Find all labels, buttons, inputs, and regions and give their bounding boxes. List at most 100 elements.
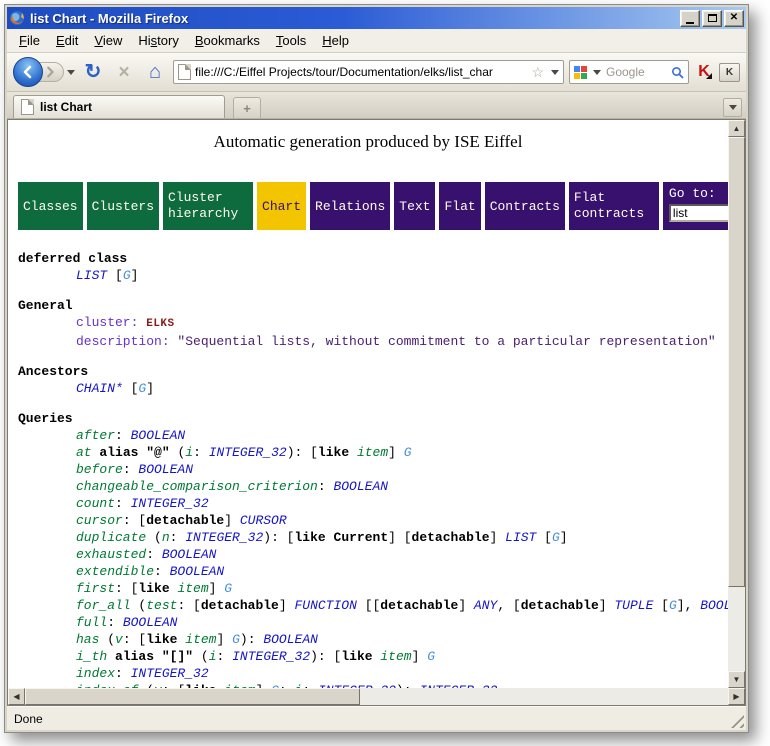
class-link[interactable]: BOOLEAN: [162, 547, 217, 562]
refresh-icon: ↻: [85, 62, 102, 82]
class-link[interactable]: BOOLEAN: [700, 598, 728, 613]
bookmark-star-icon[interactable]: ☆: [531, 65, 544, 79]
search-input[interactable]: [604, 64, 668, 80]
code-token: item: [357, 445, 388, 460]
menu-tools[interactable]: Tools: [268, 30, 314, 51]
code-token: :: [170, 530, 186, 545]
url-dropdown-caret[interactable]: [551, 70, 559, 75]
class-link[interactable]: TUPLE: [614, 598, 653, 613]
code-token: like: [294, 530, 325, 545]
tab-list-dropdown-button[interactable]: [723, 98, 742, 117]
maximize-button[interactable]: [702, 10, 722, 27]
class-link[interactable]: INTEGER_32: [131, 496, 209, 511]
class-link[interactable]: G: [224, 581, 232, 596]
class-link[interactable]: INTEGER_32: [232, 649, 310, 664]
vertical-scrollbar[interactable]: ▲ ▼: [728, 120, 745, 688]
class-link[interactable]: INTEGER_32: [131, 666, 209, 681]
history-dropdown-caret[interactable]: [67, 70, 75, 75]
kaspersky-icon[interactable]: K: [694, 63, 714, 81]
scroll-down-button[interactable]: ▼: [728, 671, 745, 688]
url-bar[interactable]: file:///C:/Eiffel Projects/tour/Document…: [173, 60, 564, 84]
scroll-up-button[interactable]: ▲: [728, 120, 745, 137]
goto-label: Go to:: [669, 186, 716, 201]
up-arrow-icon: ▲: [733, 125, 741, 133]
stop-icon: ×: [118, 63, 129, 82]
menu-file[interactable]: File: [11, 30, 48, 51]
tab-list-caret-icon: [729, 105, 737, 110]
search-box[interactable]: [569, 60, 689, 84]
home-button[interactable]: ⌂: [142, 58, 168, 86]
class-link[interactable]: BOOLEAN: [263, 632, 318, 647]
document-lines: deferred classLIST [G]Generalcluster: EL…: [8, 250, 728, 688]
search-engine-dropdown-caret[interactable]: [593, 70, 601, 75]
nav-button-classes[interactable]: Classes: [18, 182, 83, 230]
status-text: Done: [14, 712, 43, 726]
right-arrow-icon: ▶: [733, 693, 739, 701]
refresh-button[interactable]: ↻: [80, 58, 106, 86]
search-icon[interactable]: [671, 66, 684, 79]
minimize-button[interactable]: [680, 10, 700, 27]
menu-bookmarks[interactable]: Bookmarks: [187, 30, 268, 51]
plus-icon: +: [243, 101, 251, 116]
close-button[interactable]: ✕: [724, 10, 744, 27]
nav-button-contracts[interactable]: Contracts: [485, 182, 565, 230]
scroll-right-button[interactable]: ▶: [728, 688, 745, 705]
url-text[interactable]: file:///C:/Eiffel Projects/tour/Document…: [195, 65, 527, 79]
class-link[interactable]: BOOLEAN: [170, 564, 225, 579]
class-link[interactable]: INTEGER_32: [209, 445, 287, 460]
class-link[interactable]: LIST: [505, 530, 536, 545]
k-addon-button[interactable]: K: [719, 63, 740, 82]
class-link[interactable]: G: [404, 445, 412, 460]
page-content: Automatic generation produced by ISE Eif…: [8, 120, 728, 688]
code-line: cluster: ELKS: [8, 314, 728, 333]
code-token: item: [177, 581, 208, 596]
horizontal-scroll-thumb[interactable]: [25, 688, 360, 705]
stop-button[interactable]: ×: [111, 58, 137, 86]
class-link[interactable]: BOOLEAN: [131, 428, 186, 443]
code-token: (: [131, 598, 147, 613]
back-button[interactable]: [13, 57, 43, 87]
tab-list-chart[interactable]: list Chart: [13, 95, 225, 118]
code-token: [: [653, 598, 669, 613]
code-token: (: [146, 530, 162, 545]
menu-help[interactable]: Help: [314, 30, 357, 51]
class-link[interactable]: CURSOR: [240, 513, 287, 528]
code-token: ELKS: [146, 318, 174, 330]
class-link[interactable]: G: [123, 268, 131, 283]
nav-button-chart[interactable]: Chart: [257, 182, 306, 230]
class-link[interactable]: G: [552, 530, 560, 545]
class-link[interactable]: INTEGER_32: [185, 530, 263, 545]
menu-edit[interactable]: Edit: [48, 30, 86, 51]
goto-input[interactable]: [669, 204, 728, 222]
code-token: "Sequential lists, without commitment to…: [177, 334, 715, 349]
nav-button-flat-contracts[interactable]: Flat contracts: [569, 182, 659, 230]
menu-view[interactable]: View: [86, 30, 130, 51]
class-link[interactable]: G: [669, 598, 677, 613]
nav-button-text[interactable]: Text: [394, 182, 435, 230]
nav-button-flat[interactable]: Flat: [439, 182, 480, 230]
class-link[interactable]: G: [427, 649, 435, 664]
class-link[interactable]: ANY: [474, 598, 497, 613]
class-link[interactable]: G: [232, 632, 240, 647]
code-token: : [: [115, 581, 138, 596]
code-token: ]: [279, 598, 295, 613]
class-link[interactable]: BOOLEAN: [333, 479, 388, 494]
scroll-left-button[interactable]: ◀: [8, 688, 25, 705]
horizontal-scrollbar[interactable]: ◀ ▶: [8, 688, 745, 705]
nav-button-clusters[interactable]: Clusters: [87, 182, 159, 230]
nav-button-relations[interactable]: Relations: [310, 182, 390, 230]
nav-button-cluster-hierarchy[interactable]: Cluster hierarchy: [163, 182, 253, 230]
class-link[interactable]: CHAIN*: [76, 381, 123, 396]
resize-grip[interactable]: [731, 715, 744, 728]
new-tab-button[interactable]: +: [233, 97, 261, 118]
code-line: has (v: [like item] G): BOOLEAN: [8, 631, 728, 648]
class-link[interactable]: FUNCTION: [294, 598, 356, 613]
class-link[interactable]: BOOLEAN: [123, 615, 178, 630]
code-token: [326, 530, 334, 545]
vertical-scroll-thumb[interactable]: [728, 137, 745, 587]
code-token: n: [162, 530, 170, 545]
class-link[interactable]: LIST: [76, 268, 107, 283]
code-token: first: [76, 581, 115, 596]
menu-history[interactable]: History: [130, 30, 186, 51]
class-link[interactable]: BOOLEAN: [138, 462, 193, 477]
